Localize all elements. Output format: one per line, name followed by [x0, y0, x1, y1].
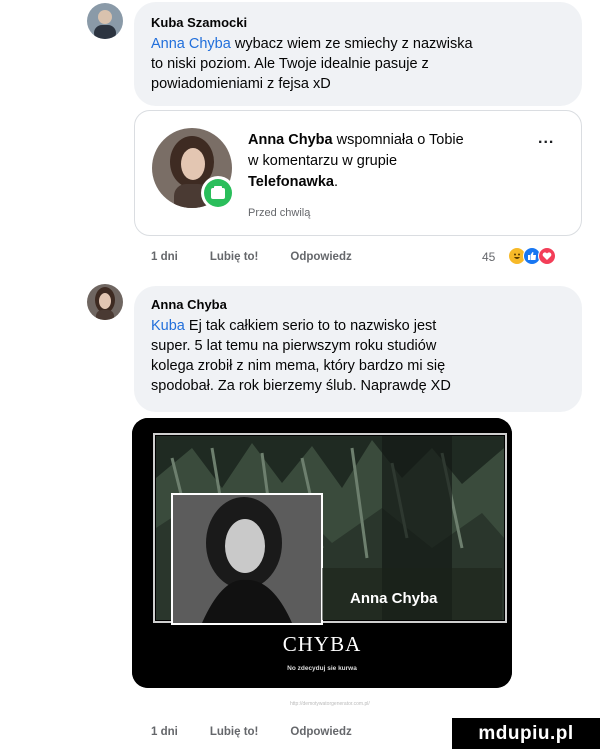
- comment-time[interactable]: 1 dni: [151, 726, 178, 738]
- meme-title: CHYBA: [282, 632, 362, 656]
- avatar-kuba[interactable]: [87, 3, 123, 39]
- meme-watermark: http://demotywatorgenerator.com.pl/: [290, 701, 370, 707]
- comment-text-anna: Kuba Ej tak całkiem serio to to nazwisko…: [151, 318, 451, 394]
- comment-author-kuba[interactable]: Kuba Szamocki: [151, 15, 247, 30]
- notification-text: Anna Chyba wspomniała o Tobie w komentar…: [248, 132, 464, 190]
- reply-button[interactable]: Odpowiedz: [290, 726, 351, 738]
- comment-author-anna[interactable]: Anna Chyba: [151, 297, 227, 312]
- site-logo: mdupiu.pl: [452, 718, 600, 749]
- meme-image[interactable]: Anna Chyba CHYBA No zdecyduj sie kurwa: [132, 418, 512, 688]
- like-button[interactable]: Lubię to!: [210, 251, 259, 263]
- meme-name-overlay: Anna Chyba: [350, 590, 438, 607]
- love-reaction-icon: [538, 247, 556, 265]
- comment-actions-anna: 1 dni Lubię to! Odpowiedz: [151, 726, 384, 738]
- comment-text-kuba: Anna Chyba wybacz wiem ze smiechy z nazw…: [151, 36, 473, 92]
- more-options-icon[interactable]: ...: [538, 130, 554, 148]
- avatar-anna[interactable]: [87, 284, 123, 320]
- mention-link[interactable]: Anna Chyba: [151, 36, 231, 52]
- reply-button[interactable]: Odpowiedz: [290, 251, 351, 263]
- comment-time[interactable]: 1 dni: [151, 251, 178, 263]
- reaction-count[interactable]: 45: [482, 250, 495, 264]
- group-badge-icon: [201, 176, 235, 210]
- comment-actions-kuba: 1 dni Lubię to! Odpowiedz: [151, 251, 384, 263]
- like-button[interactable]: Lubię to!: [210, 726, 259, 738]
- notification-time: Przed chwilą: [248, 207, 311, 219]
- meme-subtitle: No zdecyduj sie kurwa: [287, 665, 357, 672]
- reaction-icons[interactable]: [508, 247, 556, 265]
- mention-link[interactable]: Kuba: [151, 318, 185, 334]
